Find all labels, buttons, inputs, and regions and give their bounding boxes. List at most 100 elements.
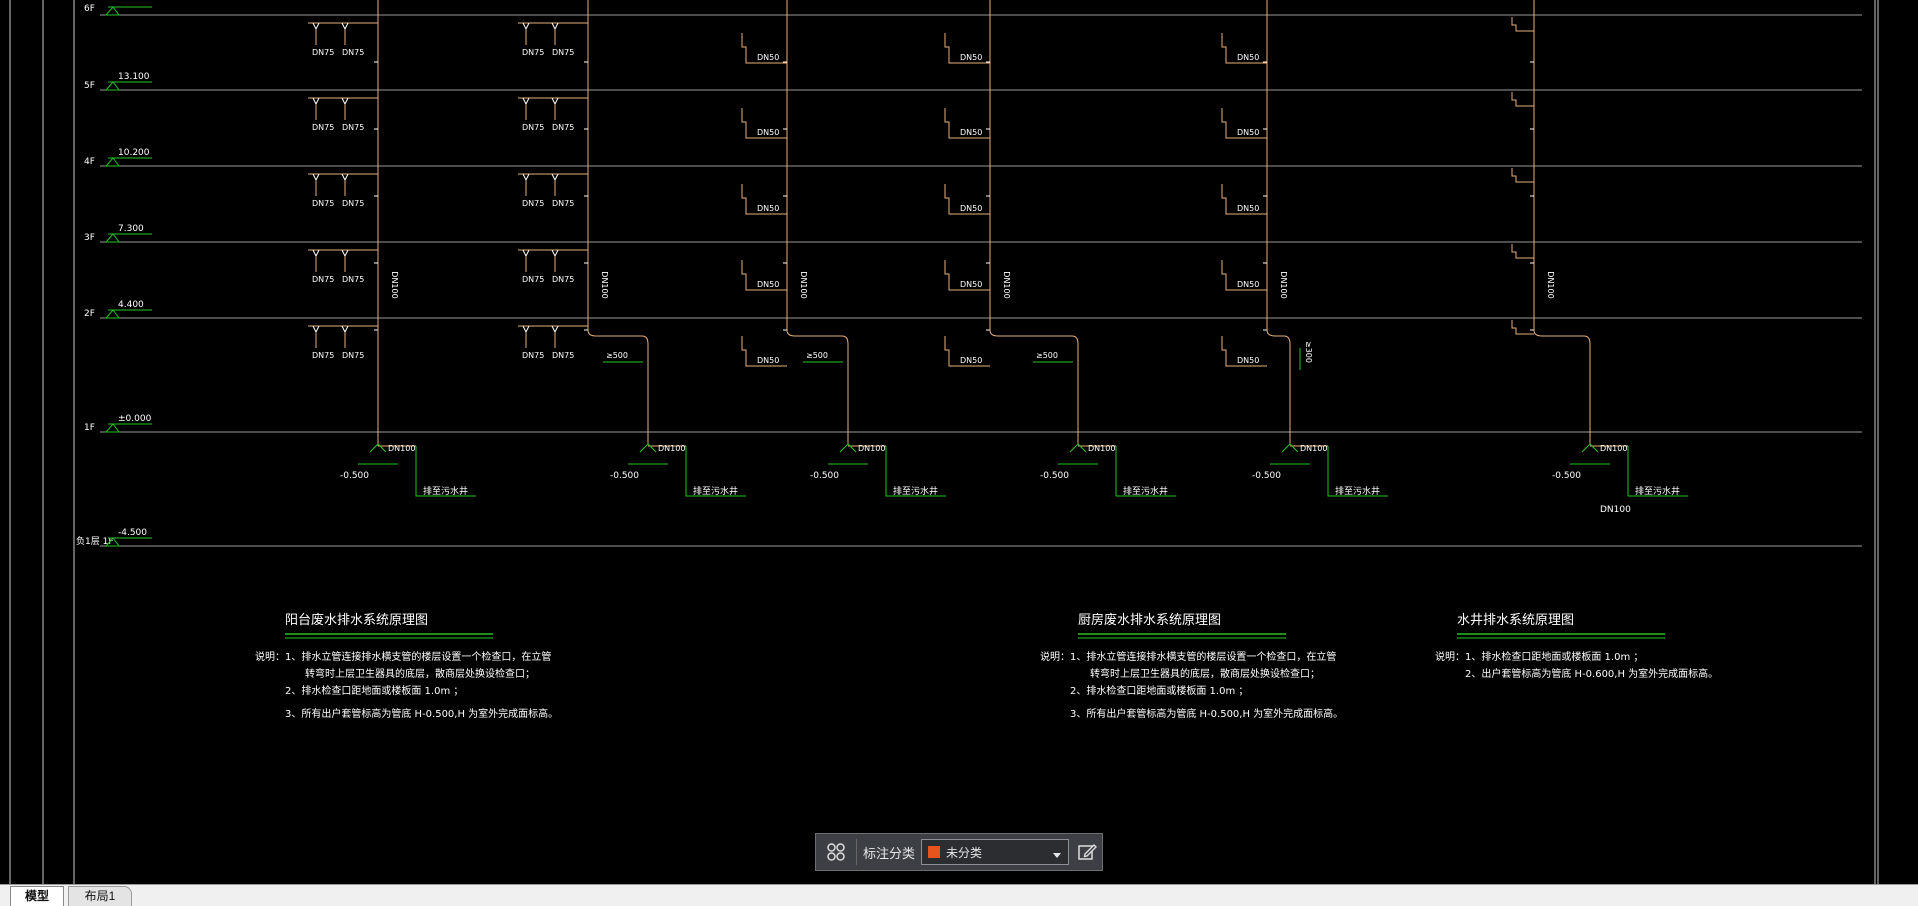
trap-symbol xyxy=(312,22,320,31)
edit-icon[interactable] xyxy=(1073,838,1101,866)
chevron-down-icon xyxy=(1052,847,1062,865)
branch-size-label: DN75 xyxy=(312,123,334,132)
branch-size-label: DN75 xyxy=(312,199,334,208)
well-branch xyxy=(1511,17,1534,32)
branch-size-label: DN50 xyxy=(757,53,779,62)
outlet-size-label: DN100 xyxy=(1300,444,1327,453)
elevation-value: -4.500 xyxy=(118,528,147,538)
branch-size-label: DN50 xyxy=(757,356,779,365)
outlet-marker xyxy=(1069,443,1087,453)
branch-size-label: DN75 xyxy=(342,199,364,208)
outlet-size-label: DN100 xyxy=(388,444,415,453)
trap-symbol xyxy=(522,325,530,334)
drainage-schematic-drawing: 6F 5F 13.100 4F 10.200 3F 7.300 2F 4.400 1F ±0.000… xyxy=(9,0,1879,884)
note-title: 水井排水系统原理图 xyxy=(1457,613,1574,628)
trap-symbol xyxy=(312,249,320,258)
trap-symbol xyxy=(341,97,349,106)
branch-size-label: DN50 xyxy=(1237,356,1259,365)
note-line: 1、排水立管连接排水横支管的楼层设置一个检查口，在立管 xyxy=(285,650,551,663)
manhole-label: 排至污水井 xyxy=(893,485,938,497)
outlet-marker xyxy=(1581,443,1599,453)
outlet-marker xyxy=(839,443,857,453)
trap-symbol xyxy=(551,325,559,334)
trap-symbol xyxy=(551,173,559,182)
note-line: 3、所有出户套管标高为管底 H-0.500,H 为室外完成面标高。 xyxy=(1070,707,1343,720)
elevation-value: 10.200 xyxy=(118,148,150,158)
outlet-elevation: -0.500 xyxy=(810,471,839,481)
annotation-category-toolbar: 标注分类 未分类 xyxy=(815,833,1103,871)
floor-label: 5F xyxy=(84,81,95,91)
elevation-value: 7.300 xyxy=(118,224,144,234)
branch-size-label: DN75 xyxy=(342,275,364,284)
offset-pipe xyxy=(1533,318,1591,444)
trap-symbol xyxy=(522,22,530,31)
elevation-marker xyxy=(104,157,120,167)
well-branch xyxy=(1511,168,1534,183)
floor-label: 1F xyxy=(84,423,95,433)
branch-size-label: DN75 xyxy=(342,123,364,132)
outlet-size-label: DN100 xyxy=(1600,505,1631,515)
branch-size-label: DN75 xyxy=(342,48,364,57)
elevation-value: 4.400 xyxy=(118,300,144,310)
note-line: 1、排水检查口距地面或楼板面 1.0m ； xyxy=(1465,650,1643,663)
floor-label: 4F xyxy=(84,157,95,167)
note-title: 厨房废水排水系统原理图 xyxy=(1078,612,1221,628)
outlet-elevation: -0.500 xyxy=(1552,471,1581,481)
branch-size-label: DN75 xyxy=(522,48,544,57)
trap-symbol xyxy=(312,173,320,182)
branch-size-label: DN75 xyxy=(552,199,574,208)
drawing-canvas[interactable]: 6F 5F 13.100 4F 10.200 3F 7.300 2F 4.400 1F ±0.000… xyxy=(0,0,1918,884)
trap-symbol xyxy=(522,97,530,106)
trap-symbol xyxy=(522,249,530,258)
trap-symbol xyxy=(341,325,349,334)
branch-size-label: DN75 xyxy=(522,351,544,360)
elevation-marker xyxy=(104,233,120,243)
offset-pipe xyxy=(786,318,849,444)
floor-label: 6F xyxy=(84,4,95,14)
elevation-marker xyxy=(104,309,120,319)
note-title: 阳台废水排水系统原理图 xyxy=(285,612,428,628)
branch-size-label: DN50 xyxy=(1237,204,1259,213)
outlet-marker xyxy=(1281,443,1299,453)
outlet-elevation: -0.500 xyxy=(340,471,369,481)
branch-size-label: DN75 xyxy=(522,275,544,284)
note-prefix: 说明： xyxy=(1435,650,1465,663)
floor-label: 3F xyxy=(84,233,95,243)
outlet-elevation: -0.500 xyxy=(1252,471,1281,481)
elevation-marker xyxy=(104,6,120,16)
trap-symbol xyxy=(312,97,320,106)
note-line: 2、排水检查口距地面或楼板面 1.0m ； xyxy=(285,684,463,697)
elevation-marker xyxy=(104,81,120,91)
stack-size-label: DN100 xyxy=(390,271,399,298)
branch-size-label: DN75 xyxy=(342,351,364,360)
category-color-swatch xyxy=(928,846,941,858)
manhole-label: 排至污水井 xyxy=(1123,485,1168,497)
dimension-label: ≥500 xyxy=(1036,351,1058,360)
note-prefix: 说明： xyxy=(255,650,285,663)
branch-size-label: DN75 xyxy=(552,123,574,132)
branch-size-label: DN75 xyxy=(552,275,574,284)
stack-size-label: DN100 xyxy=(600,271,609,298)
branch-size-label: DN50 xyxy=(1237,280,1259,289)
well-branch xyxy=(1511,244,1534,259)
trap-symbol xyxy=(522,173,530,182)
branch-size-label: DN75 xyxy=(522,123,544,132)
branch-size-label: DN50 xyxy=(960,204,982,213)
manhole-label: 排至污水井 xyxy=(1635,485,1680,497)
tab-layout1[interactable]: 布局1 xyxy=(68,886,132,906)
dimension-label: ≥500 xyxy=(806,351,828,360)
trap-symbol xyxy=(551,249,559,258)
note-line: 转弯时上层卫生器具的底层，散商层处换设检查口； xyxy=(305,667,535,680)
floor-label: 负1层 1F xyxy=(76,535,114,547)
annotation-category-select[interactable]: 未分类 xyxy=(921,839,1070,865)
outlet-size-label: DN100 xyxy=(1088,444,1115,453)
stack-size-label: DN100 xyxy=(1002,271,1011,298)
offset-pipe xyxy=(587,318,649,444)
trap-symbol xyxy=(551,97,559,106)
stack-size-label: DN100 xyxy=(1546,271,1555,298)
tab-model[interactable]: 模型 xyxy=(10,886,64,906)
branch-size-label: DN75 xyxy=(552,48,574,57)
offset-pipe xyxy=(1266,318,1291,444)
grid-icon[interactable] xyxy=(822,838,850,866)
layout-tab-bar: 模型 布局1 xyxy=(0,884,1918,906)
